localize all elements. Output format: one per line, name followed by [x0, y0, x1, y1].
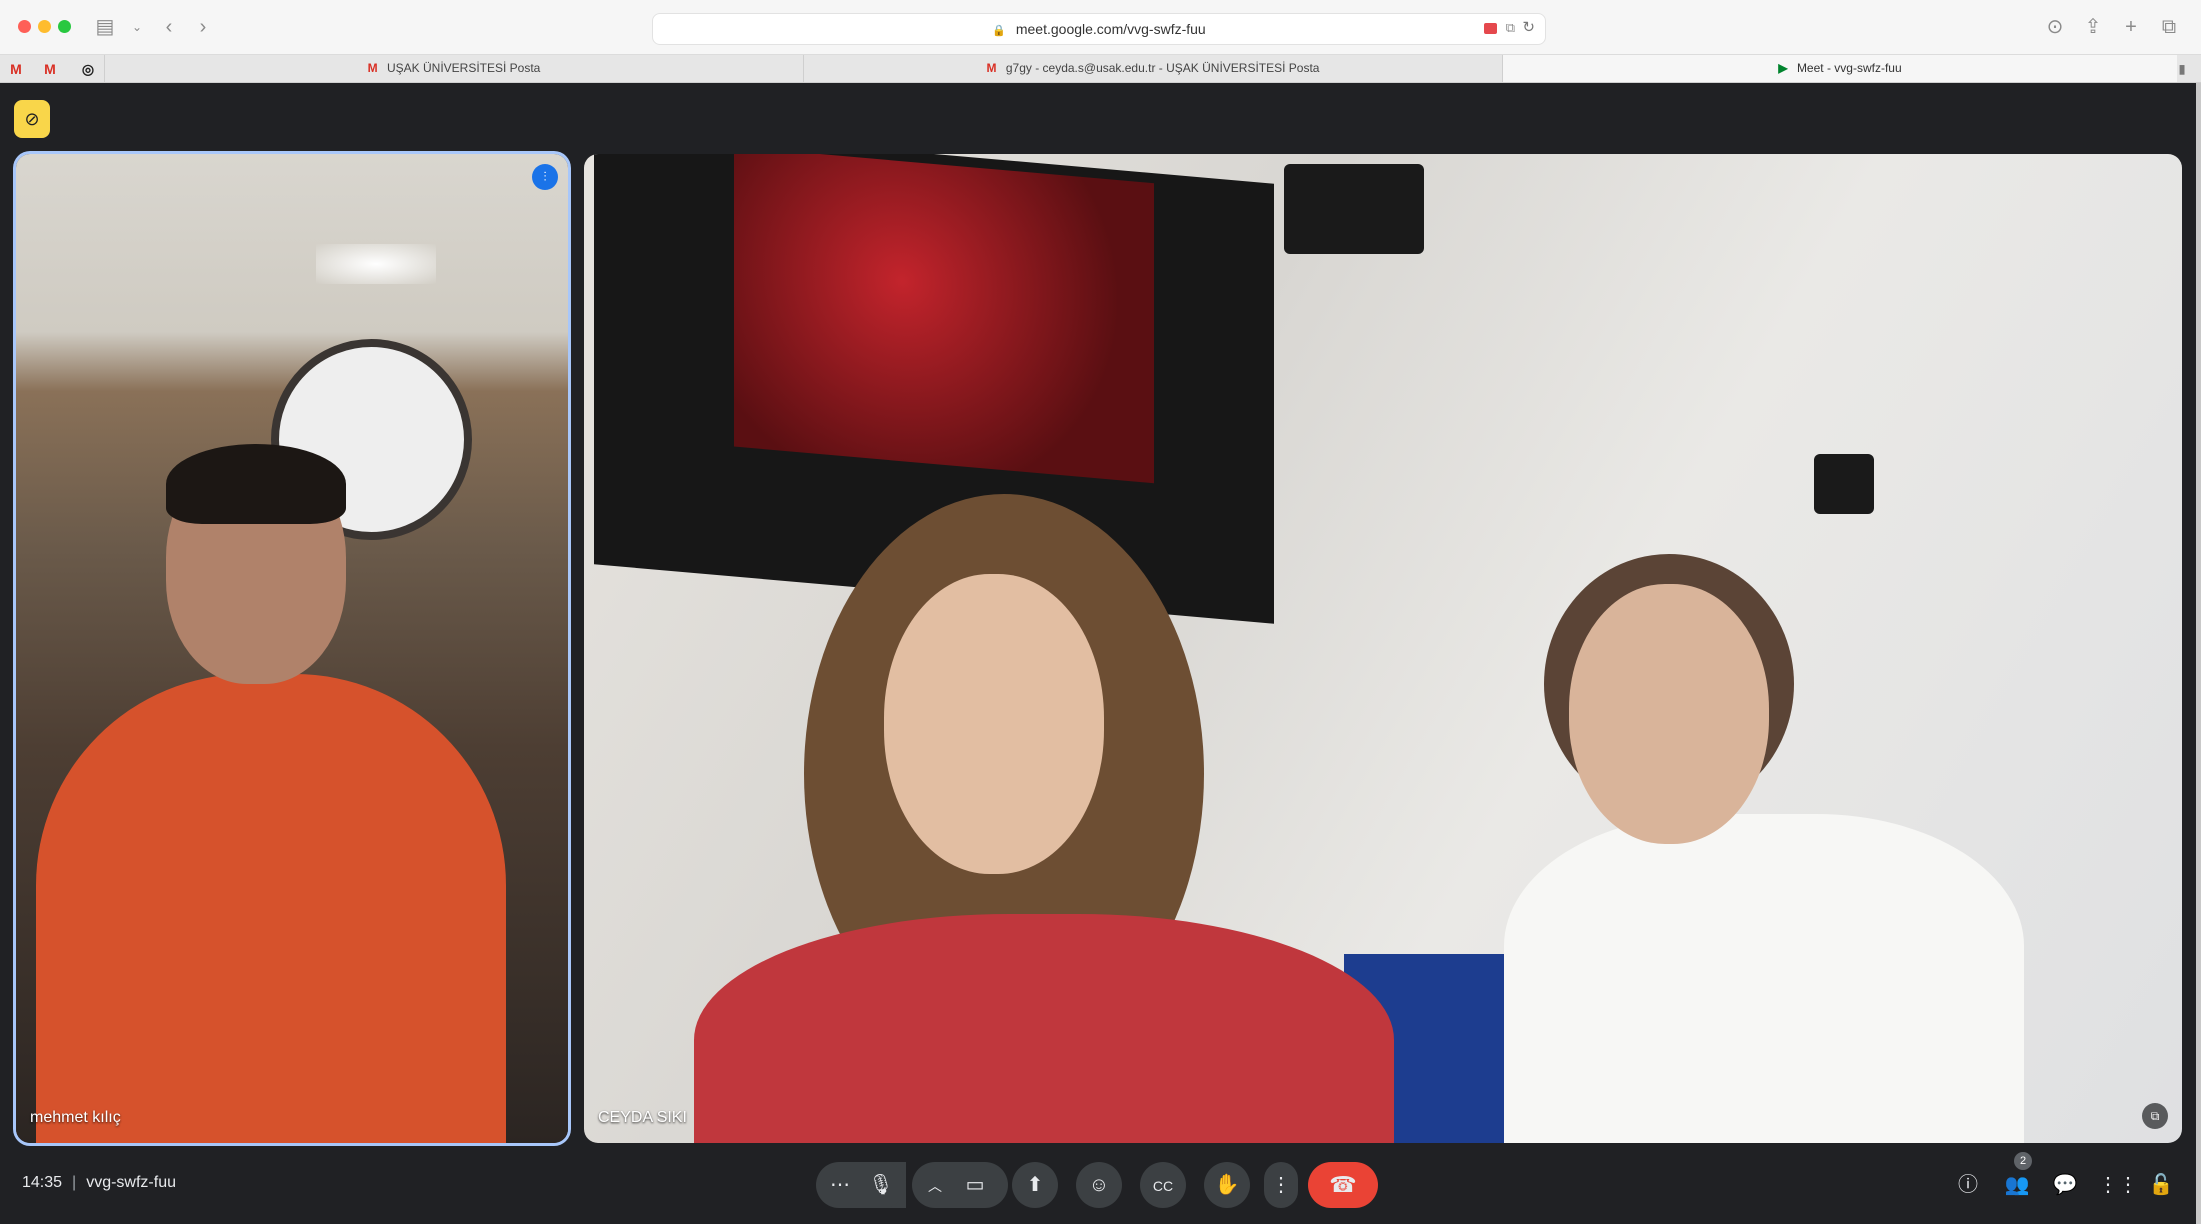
leave-call-button[interactable]: ☎: [1308, 1162, 1378, 1208]
video-background: [316, 244, 436, 284]
participant-video: [1569, 584, 1769, 844]
minimize-window-button[interactable]: [38, 20, 51, 33]
raise-hand-button[interactable]: ✋: [1204, 1162, 1250, 1208]
people-icon[interactable]: 👥: [2002, 1170, 2032, 1200]
participant-video: [36, 674, 506, 1143]
more-options-button[interactable]: ⋮: [1264, 1162, 1298, 1208]
end-call-icon: ☎: [1329, 1172, 1357, 1197]
tab-label: UŞAK ÜNİVERSİTESİ Posta: [386, 61, 541, 75]
chat-icon[interactable]: 💬: [2050, 1170, 2080, 1200]
address-bar[interactable]: 🔒 meet.google.com/vvg-swfz-fuu ⧉ ↻: [652, 13, 1546, 45]
browser-toolbar: ▤ ⌄ ‹ › 🔒 meet.google.com/vvg-swfz-fuu ⧉…: [0, 0, 2201, 55]
video-background: [1814, 454, 1874, 514]
camera-tab-icon: ▮: [2178, 62, 2186, 76]
chevron-up-icon: ︿: [928, 1178, 942, 1194]
participant-video: [694, 914, 1394, 1143]
gmail-icon: M: [367, 61, 378, 75]
zoom-window-button[interactable]: [58, 20, 71, 33]
reactions-button[interactable]: ☺: [1076, 1162, 1122, 1208]
chevron-down-icon[interactable]: ⌄: [124, 14, 150, 40]
meeting-time: 14:35: [22, 1174, 63, 1191]
activities-icon[interactable]: ⋮⋮: [2098, 1170, 2138, 1200]
reload-icon[interactable]: ↻: [1522, 18, 1535, 36]
forward-icon[interactable]: ›: [190, 14, 216, 40]
scrollbar[interactable]: [2196, 83, 2201, 1224]
new-tab-icon[interactable]: +: [2118, 14, 2144, 40]
tab-label: Meet - vvg-swfz-fuu: [1796, 61, 1902, 75]
host-controls-icon[interactable]: ⊘: [14, 100, 50, 138]
close-window-button[interactable]: [18, 20, 31, 33]
tab-usak-posta[interactable]: M UŞAK ÜNİVERSİTESİ Posta: [104, 55, 803, 82]
share-icon[interactable]: ⇪: [2080, 14, 2106, 40]
pinned-site-icon[interactable]: ◎: [78, 59, 98, 79]
gmail-icon: M: [986, 61, 997, 75]
lock-icon: 🔒: [992, 25, 1006, 37]
participant-video: [1504, 814, 2024, 1143]
participant-tile[interactable]: CEYDA SIKI ⧉: [584, 154, 2182, 1143]
emoji-icon: ☺: [1088, 1174, 1110, 1196]
participant-tile-active-speaker[interactable]: ⫶ mehmet kılıç: [16, 154, 568, 1143]
microphone-button[interactable]: 🎙: [856, 1162, 906, 1208]
tab-g7gy-posta[interactable]: M g7gy - ceyda.s@usak.edu.tr - UŞAK ÜNİV…: [803, 55, 1502, 82]
pinned-gmail-icon[interactable]: M: [6, 59, 26, 79]
url-text: meet.google.com/vvg-swfz-fuu: [1015, 21, 1206, 37]
present-screen-icon: ⬆: [1026, 1174, 1044, 1196]
captions-icon: CC: [1152, 1178, 1174, 1194]
translate-icon[interactable]: ⧉: [1506, 20, 1515, 36]
participant-video: [166, 444, 346, 524]
tab-overview-icon[interactable]: ⧉: [2156, 14, 2182, 40]
meeting-details-icon[interactable]: ⓘ: [1953, 1170, 1983, 1200]
participant-video: [884, 574, 1104, 874]
tab-meet[interactable]: ▶ Meet - vvg-swfz-fuu: [1502, 55, 2177, 82]
meeting-info: 14:35 | vvg-swfz-fuu: [22, 1174, 176, 1191]
participant-name: CEYDA SIKI: [598, 1109, 687, 1126]
camera-icon: ▭: [965, 1174, 985, 1196]
host-controls-lock-icon[interactable]: 🔓: [2146, 1170, 2176, 1200]
meeting-code: vvg-swfz-fuu: [86, 1174, 176, 1191]
downloads-icon[interactable]: ⊙: [2042, 14, 2068, 40]
pinned-gmail-icon[interactable]: M: [40, 59, 60, 79]
tab-strip: M M ◎ M UŞAK ÜNİVERSİTESİ Posta M g7gy -…: [0, 55, 2201, 83]
camera-button[interactable]: ︿ ▭: [912, 1162, 1008, 1208]
present-screen-button[interactable]: ⬆: [1012, 1162, 1058, 1208]
hand-icon: ✋: [1214, 1174, 1240, 1196]
tab-label: g7gy - ceyda.s@usak.edu.tr - UŞAK ÜNİVER…: [1005, 61, 1320, 75]
captions-button[interactable]: CC: [1140, 1162, 1186, 1208]
microphone-icon: 🎙: [868, 1174, 894, 1196]
meet-stage: ⊘ ⫶ mehmet kılıç CEYDA SIKI ⧉: [0, 83, 2196, 1224]
meet-icon: ▶: [1778, 61, 1788, 75]
camera-in-use-icon[interactable]: [1484, 23, 1497, 34]
back-icon[interactable]: ‹: [156, 14, 182, 40]
more-horizontal-icon: ⋯: [830, 1174, 850, 1196]
speaking-indicator-icon: ⫶: [532, 164, 558, 190]
video-background: [1284, 164, 1424, 254]
sidebar-toggle-icon[interactable]: ▤: [92, 14, 118, 40]
participants-count-badge: 2: [2014, 1152, 2032, 1170]
more-vertical-icon: ⋮: [1271, 1174, 1291, 1196]
picture-in-picture-icon[interactable]: ⧉: [2142, 1103, 2168, 1129]
participant-name: mehmet kılıç: [30, 1109, 121, 1126]
